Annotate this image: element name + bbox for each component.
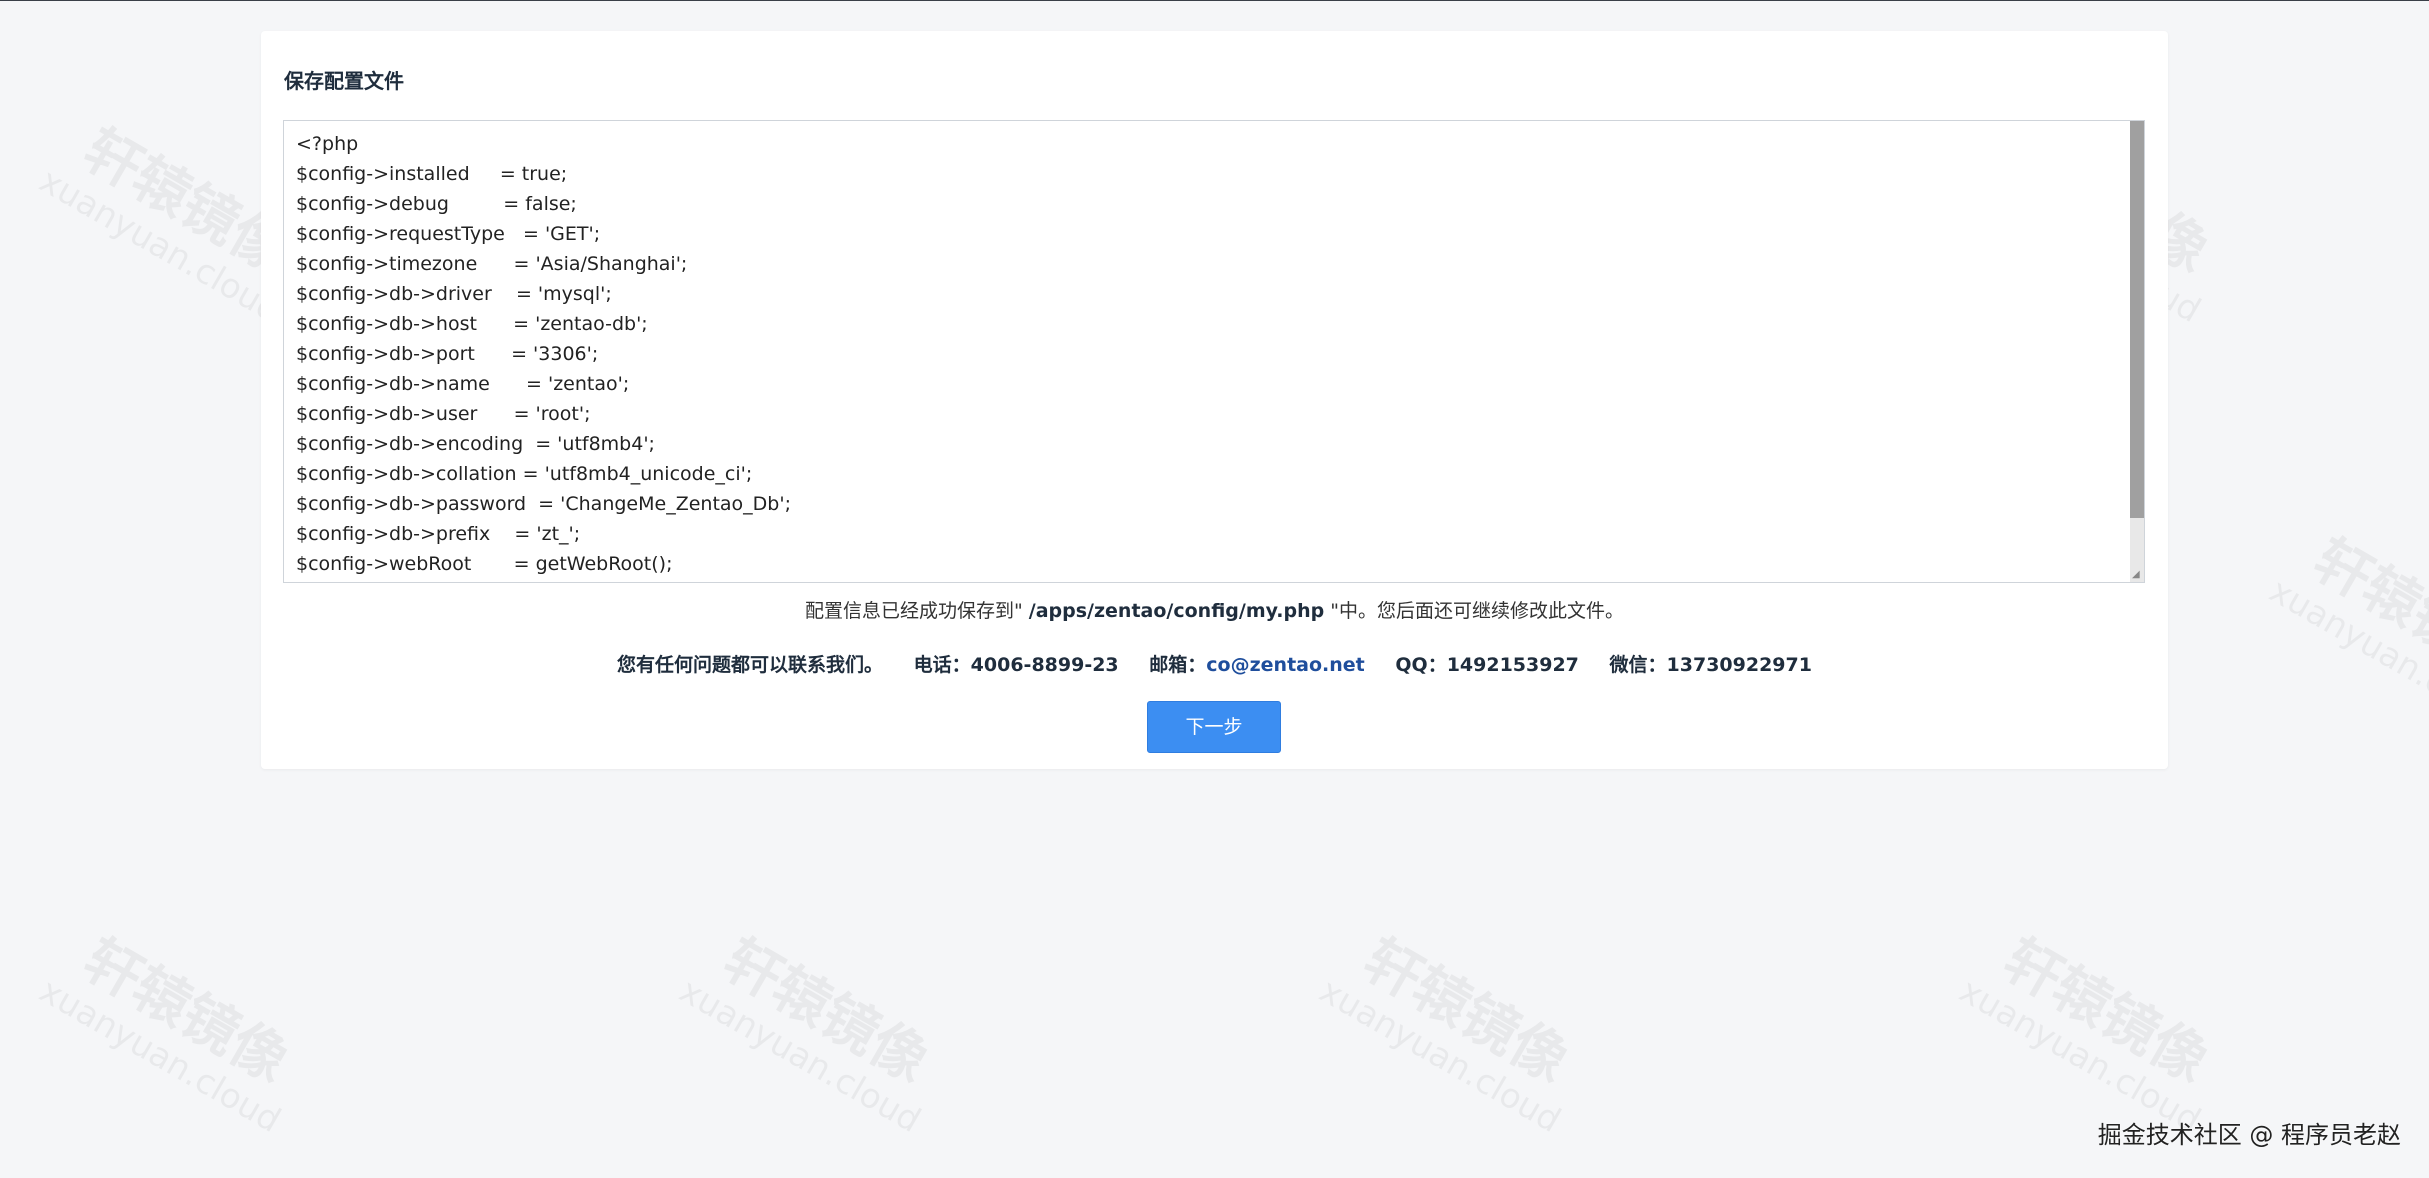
watermark-en: xuanyuan.cloud xyxy=(2262,570,2429,741)
code-line: $config->db->name = 'zentao'; xyxy=(296,373,630,395)
contact-phone: 电话：4006-8899-23 xyxy=(913,654,1119,676)
code-line: $config->db->user = 'root'; xyxy=(296,403,591,425)
contact-info: 您有任何问题都可以联系我们。 电话：4006-8899-23 邮箱：co@zen… xyxy=(261,650,2168,677)
watermark-cn: 轩辕镜像 xyxy=(1992,927,2219,1096)
saved-message-prefix: 配置信息已经成功保存到" xyxy=(805,600,1029,622)
code-line: $config->db->prefix = 'zt_'; xyxy=(296,523,581,545)
code-line: $config->requestType = 'GET'; xyxy=(296,223,601,245)
code-line: $config->db->port = '3306'; xyxy=(296,343,599,365)
watermark: 轩辕镜像xuanyuan.cloud xyxy=(1312,920,1597,1141)
watermark-en: xuanyuan.cloud xyxy=(1952,970,2208,1141)
saved-message-suffix: "中。您后面还可继续修改此文件。 xyxy=(1324,600,1624,622)
watermark: 轩辕镜像xuanyuan.cloud xyxy=(672,920,957,1141)
resize-handle-icon[interactable]: ◢ xyxy=(2132,570,2142,580)
watermark-en: xuanyuan.cloud xyxy=(672,970,928,1141)
watermark-cn: 轩辕镜像 xyxy=(2302,527,2429,696)
config-code-textarea[interactable]: <?php $config->installed = true; $config->… xyxy=(283,120,2145,583)
watermark-cn: 轩辕镜像 xyxy=(72,927,299,1096)
contact-intro: 您有任何问题都可以联系我们。 xyxy=(617,654,884,676)
contact-wechat: 微信：13730922971 xyxy=(1609,654,1812,676)
watermark-cn: 轩辕镜像 xyxy=(1352,927,1579,1096)
code-line: $config->debug = false; xyxy=(296,193,577,215)
watermark-en: xuanyuan.cloud xyxy=(32,970,288,1141)
watermark-en: xuanyuan.cloud xyxy=(32,160,288,331)
watermark-cn: 轩辕镜像 xyxy=(712,927,939,1096)
code-line: $config->db->encoding = 'utf8mb4'; xyxy=(296,433,655,455)
contact-email-link[interactable]: co@zentao.net xyxy=(1206,654,1364,676)
page: 轩辕镜像 xuanyuan.cloud 轩辕镜像 xuanyuan.cloud 轩辕镜像… xyxy=(0,0,2429,1178)
credit-watermark: 掘金技术社区 @ 程序员老赵 xyxy=(2097,1121,2401,1149)
code-line: $config->db->driver = 'mysql'; xyxy=(296,283,612,305)
code-line: $config->db->password = 'ChangeMe_Zentao… xyxy=(296,493,791,515)
code-line: $config->db->collation = 'utf8mb4_unicod… xyxy=(296,463,753,485)
code-line: $config->installed = true; xyxy=(296,163,568,185)
watermark: 轩辕镜像xuanyuan.cloud xyxy=(1952,920,2237,1141)
watermark: 轩辕镜像xuanyuan.cloud xyxy=(2262,520,2429,741)
next-step-button[interactable]: 下一步 xyxy=(1147,701,1281,753)
contact-qq: QQ：1492153927 xyxy=(1395,654,1579,676)
contact-email-label: 邮箱： xyxy=(1149,654,1207,676)
watermark-en: xuanyuan.cloud xyxy=(1312,970,1568,1141)
panel-title: 保存配置文件 xyxy=(284,69,404,93)
code-line: $config->timezone = 'Asia/Shanghai'; xyxy=(296,253,688,275)
scrollbar[interactable] xyxy=(2130,121,2144,582)
code-line: $config->webRoot = getWebRoot(); xyxy=(296,553,673,575)
watermark: 轩辕镜像xuanyuan.cloud xyxy=(32,920,317,1141)
saved-message: 配置信息已经成功保存到" /apps/zentao/config/my.php … xyxy=(261,596,2168,623)
code-line: $config->db->host = 'zentao-db'; xyxy=(296,313,648,335)
scrollbar-thumb[interactable] xyxy=(2130,121,2144,518)
contact-email: 邮箱：co@zentao.net xyxy=(1149,654,1364,676)
config-save-panel: 保存配置文件 <?php $config->installed = true; $c… xyxy=(261,31,2168,769)
saved-file-path: /apps/zentao/config/my.php xyxy=(1028,600,1325,622)
code-lines: <?php $config->installed = true; $config->… xyxy=(296,129,2124,579)
code-line: <?php xyxy=(296,133,359,155)
